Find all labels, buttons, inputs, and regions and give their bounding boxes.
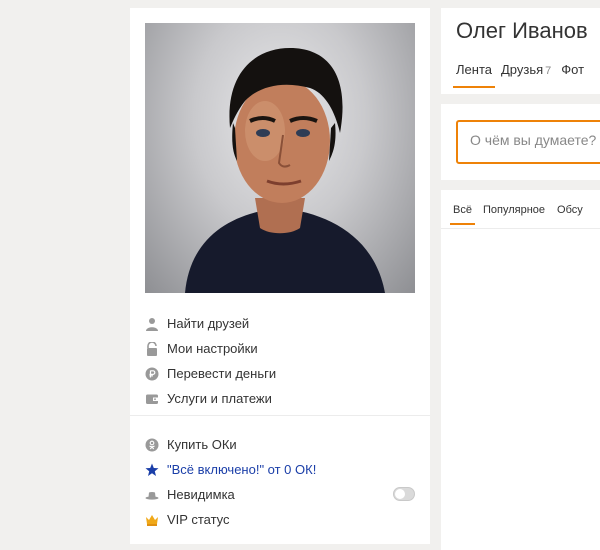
menu-item-invisible[interactable]: Невидимка — [145, 482, 430, 507]
menu-item-services-payments[interactable]: Услуги и платежи — [145, 386, 430, 411]
menu-item-transfer-money[interactable]: Перевести деньги — [145, 361, 430, 386]
feed-tab-discussed[interactable]: Обсу — [557, 204, 583, 225]
menu-item-find-friends[interactable]: Найти друзей — [145, 311, 430, 336]
menu-item-label: Невидимка — [167, 487, 235, 502]
menu-item-label: "Всё включено!" от 0 ОК! — [167, 462, 317, 477]
feed-tab-all[interactable]: Всё — [450, 204, 475, 225]
tab-friends[interactable]: Друзья 7 — [501, 62, 551, 88]
primary-menu: Найти друзей Мои настройки Перевести ден… — [145, 311, 430, 411]
avatar-image — [185, 48, 385, 293]
crown-icon — [145, 513, 159, 527]
feed-tab-popular[interactable]: Популярное — [483, 204, 545, 225]
hat-icon — [145, 488, 159, 502]
menu-item-label: Услуги и платежи — [167, 391, 272, 406]
friends-count: 7 — [545, 65, 552, 77]
star-icon — [145, 463, 159, 477]
wallet-icon — [145, 392, 159, 406]
tab-photos[interactable]: Фот — [561, 62, 584, 88]
tab-feed[interactable]: Лента — [453, 62, 495, 88]
ruble-coin-icon — [145, 367, 159, 381]
post-input[interactable]: О чём вы думаете? — [456, 120, 600, 164]
menu-item-buy-ok[interactable]: Купить ОКи — [145, 432, 430, 457]
menu-item-all-inclusive[interactable]: "Всё включено!" от 0 ОК! — [145, 457, 430, 482]
person-icon — [145, 317, 159, 331]
tab-label: Лента — [456, 62, 492, 77]
profile-name: Олег Иванов — [456, 18, 588, 43]
lock-icon — [145, 341, 159, 356]
menu-item-label: VIP статус — [167, 512, 230, 527]
menu-item-label: Купить ОКи — [167, 437, 237, 452]
feed-tabs: Всё Популярное Обсу — [450, 204, 595, 225]
tab-label: Фот — [561, 62, 585, 77]
profile-sidebar: Найти друзей Мои настройки Перевести ден… — [130, 8, 430, 544]
ok-coin-icon — [145, 438, 159, 452]
menu-divider — [130, 415, 430, 416]
menu-item-vip-status[interactable]: VIP статус — [145, 507, 430, 532]
menu-item-label: Найти друзей — [167, 316, 250, 331]
menu-item-settings[interactable]: Мои настройки — [145, 336, 430, 361]
secondary-menu: Купить ОКи "Всё включено!" от 0 ОК! Неви… — [145, 432, 430, 532]
post-composer: О чём вы думаете? — [441, 104, 600, 180]
feed: Всё Популярное Обсу — [441, 190, 600, 550]
profile-tabs: Лента Друзья 7 Фот — [453, 62, 594, 88]
profile-header: Олег Иванов Лента Друзья 7 Фот — [441, 8, 600, 94]
menu-item-label: Мои настройки — [167, 341, 258, 356]
menu-item-label: Перевести деньги — [167, 366, 277, 381]
profile-avatar[interactable] — [145, 23, 415, 293]
invisible-toggle[interactable] — [393, 487, 415, 501]
tab-label: Друзья — [500, 62, 544, 77]
feed-divider — [441, 228, 600, 229]
